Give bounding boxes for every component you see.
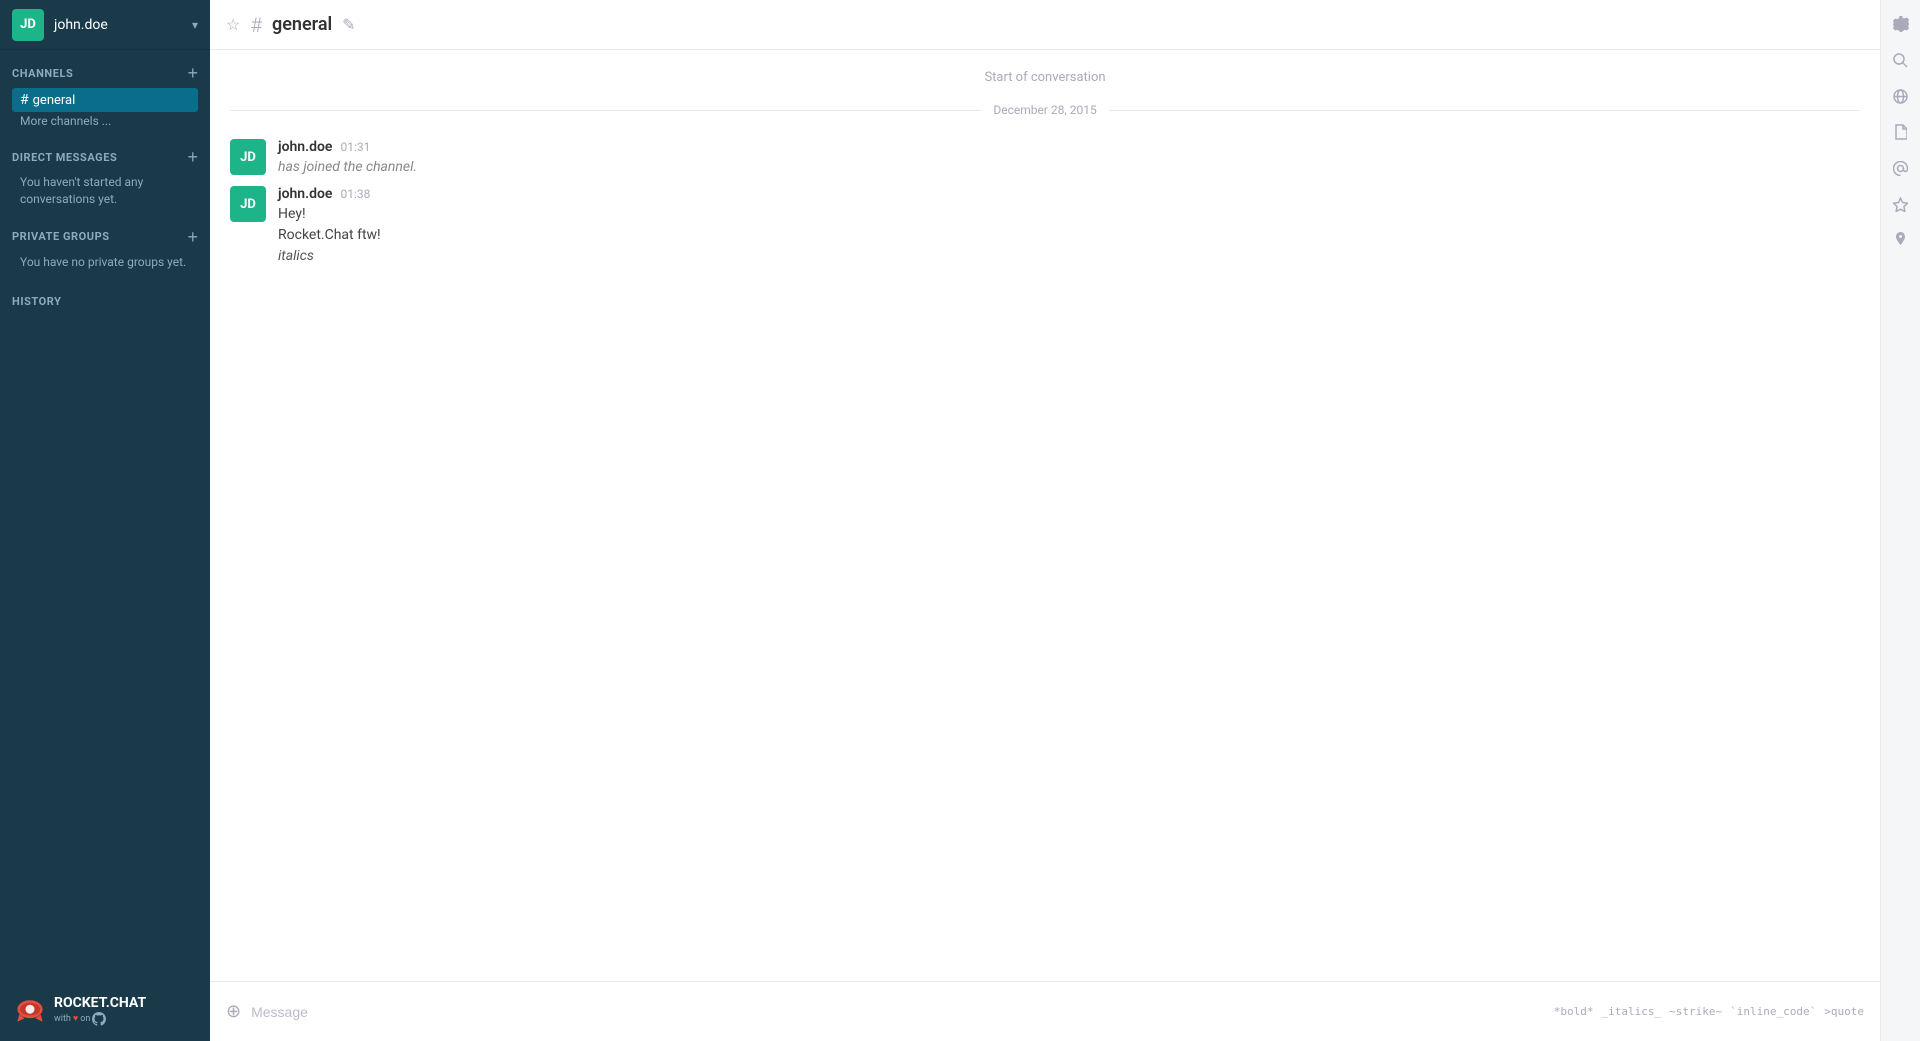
message-avatar: JD bbox=[230, 139, 266, 175]
date-divider-line-right bbox=[1109, 110, 1860, 111]
channel-title: general bbox=[272, 14, 332, 35]
channel-hash-icon: # bbox=[20, 92, 29, 108]
channels-section-header: CHANNELS + bbox=[12, 64, 198, 82]
avatar: JD bbox=[12, 9, 44, 41]
sidebar-footer: ROCKET.CHAT with ♥ on bbox=[0, 981, 210, 1041]
rocket-chat-logo: ROCKET.CHAT with ♥ on bbox=[12, 993, 146, 1029]
github-icon bbox=[92, 1012, 106, 1026]
direct-messages-section: DIRECT MESSAGES + You haven't started an… bbox=[0, 134, 210, 214]
sidebar-item-general[interactable]: # general bbox=[12, 88, 198, 112]
sidebar-header[interactable]: JD john.doe ▾ bbox=[0, 0, 210, 50]
right-sidebar bbox=[1880, 0, 1920, 1041]
direct-messages-section-title: DIRECT MESSAGES bbox=[12, 151, 117, 164]
strike-hint: ~strike~ bbox=[1669, 1005, 1722, 1018]
brand-text: ROCKET.CHAT with ♥ on bbox=[54, 996, 146, 1025]
message-text-line1: Hey! bbox=[278, 204, 1860, 225]
message-row: JD john.doe 01:31 has joined the channel… bbox=[210, 135, 1880, 182]
message-header: john.doe 01:38 bbox=[278, 186, 1860, 202]
date-divider-text: December 28, 2015 bbox=[993, 103, 1096, 117]
italic-hint: _italics_ bbox=[1602, 1005, 1662, 1018]
quote-hint: >quote bbox=[1824, 1005, 1864, 1018]
message-text-line2: Rocket.Chat ftw! bbox=[278, 225, 1860, 246]
message-content: john.doe 01:38 Hey! Rocket.Chat ftw! ita… bbox=[278, 186, 1860, 267]
private-groups-empty: You have no private groups yet. bbox=[12, 252, 198, 273]
topbar: ☆ # general ✎ bbox=[210, 0, 1880, 50]
date-divider-line-left bbox=[230, 110, 981, 111]
message-time: 01:31 bbox=[340, 140, 370, 154]
message-content: john.doe 01:31 has joined the channel. bbox=[278, 139, 1860, 178]
private-groups-section: PRIVATE GROUPS + You have no private gro… bbox=[0, 214, 210, 277]
favorite-star-icon[interactable]: ☆ bbox=[226, 15, 240, 34]
format-hints: *bold* _italics_ ~strike~ `inline_code` … bbox=[1554, 1005, 1864, 1018]
conversation-start-label: Start of conversation bbox=[210, 70, 1880, 85]
add-channel-button[interactable]: + bbox=[187, 64, 198, 82]
history-label[interactable]: HISTORY bbox=[12, 295, 61, 308]
upload-button[interactable]: ⊕ bbox=[226, 1001, 241, 1022]
message-text-line3: italics bbox=[278, 246, 1860, 267]
rocket-chat-icon bbox=[12, 993, 48, 1029]
message-input[interactable] bbox=[251, 1004, 1544, 1020]
more-channels-link[interactable]: More channels ... bbox=[12, 112, 198, 130]
channels-section-title: CHANNELS bbox=[12, 67, 73, 80]
message-avatar: JD bbox=[230, 186, 266, 222]
add-direct-message-button[interactable]: + bbox=[187, 148, 198, 166]
search-icon[interactable] bbox=[1885, 44, 1917, 76]
direct-messages-section-header: DIRECT MESSAGES + bbox=[12, 148, 198, 166]
message-input-bar: ⊕ *bold* _italics_ ~strike~ `inline_code… bbox=[210, 981, 1880, 1041]
private-groups-section-header: PRIVATE GROUPS + bbox=[12, 228, 198, 246]
private-groups-section-title: PRIVATE GROUPS bbox=[12, 230, 110, 243]
globe-icon[interactable] bbox=[1885, 80, 1917, 112]
brand-name: ROCKET.CHAT bbox=[54, 996, 146, 1011]
star-icon[interactable] bbox=[1885, 188, 1917, 220]
chevron-down-icon: ▾ bbox=[192, 18, 198, 32]
message-header: john.doe 01:31 bbox=[278, 139, 1860, 155]
at-icon[interactable] bbox=[1885, 152, 1917, 184]
gear-icon[interactable] bbox=[1885, 8, 1917, 40]
message-row: JD john.doe 01:38 Hey! Rocket.Chat ftw! … bbox=[210, 182, 1880, 271]
edit-channel-icon[interactable]: ✎ bbox=[342, 15, 355, 34]
message-time: 01:38 bbox=[340, 187, 370, 201]
channel-name: general bbox=[33, 93, 76, 108]
code-hint: `inline_code` bbox=[1730, 1005, 1816, 1018]
bold-hint: *bold* bbox=[1554, 1005, 1594, 1018]
message-author: john.doe bbox=[278, 139, 332, 155]
date-divider: December 28, 2015 bbox=[210, 95, 1880, 125]
main-chat-area: ☆ # general ✎ Start of conversation Dece… bbox=[210, 0, 1880, 1041]
file-icon[interactable] bbox=[1885, 116, 1917, 148]
heart-icon: ♥ bbox=[73, 1013, 78, 1024]
brand-sub: with ♥ on bbox=[54, 1012, 146, 1026]
messages-area: Start of conversation December 28, 2015 … bbox=[210, 50, 1880, 981]
add-private-group-button[interactable]: + bbox=[187, 228, 198, 246]
channel-hash-topbar: # bbox=[250, 13, 262, 37]
history-section[interactable]: HISTORY bbox=[0, 276, 210, 313]
message-author: john.doe bbox=[278, 186, 332, 202]
sidebar: JD john.doe ▾ CHANNELS + # general More … bbox=[0, 0, 210, 1041]
message-text-system: has joined the channel. bbox=[278, 157, 1860, 178]
channels-section: CHANNELS + # general More channels ... bbox=[0, 50, 210, 134]
pin-icon[interactable] bbox=[1885, 224, 1917, 256]
direct-messages-empty: You haven't started any conversations ye… bbox=[12, 172, 198, 210]
sidebar-username: john.doe bbox=[54, 17, 192, 33]
